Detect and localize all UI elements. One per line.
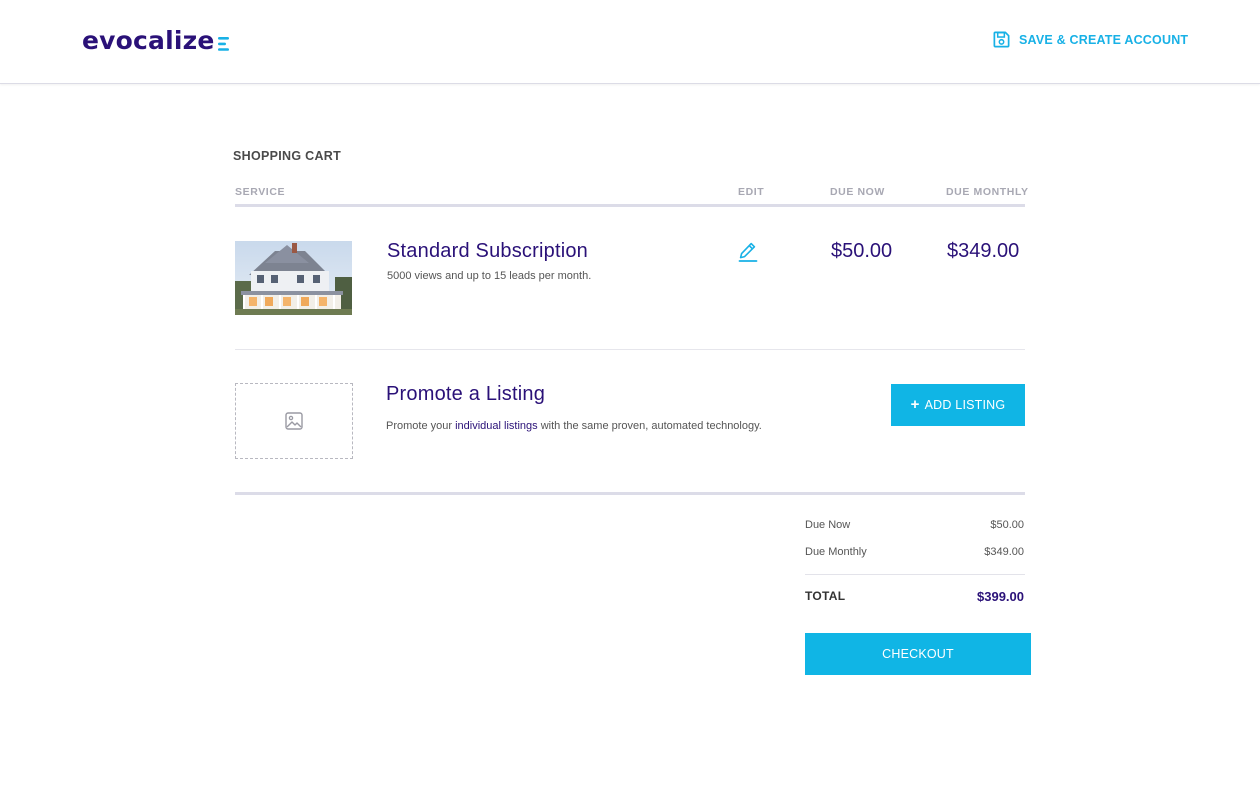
standard-subscription-description: 5000 views and up to 15 leads per month. bbox=[387, 270, 592, 282]
checkout-button[interactable]: CHECKOUT bbox=[805, 633, 1031, 675]
summary-due-now-value: $50.00 bbox=[990, 519, 1024, 531]
save-create-account-button[interactable]: SAVE & CREATE ACCOUNT bbox=[992, 30, 1188, 49]
column-header-due-now: DUE NOW bbox=[830, 186, 885, 198]
summary-due-monthly-label: Due Monthly bbox=[805, 546, 867, 558]
listing-image-placeholder bbox=[235, 383, 353, 459]
save-create-account-label: SAVE & CREATE ACCOUNT bbox=[1019, 32, 1189, 47]
subscription-due-monthly: $349.00 bbox=[947, 240, 1020, 262]
summary-divider bbox=[805, 574, 1025, 575]
summary-due-now-label: Due Now bbox=[805, 519, 851, 531]
standard-subscription-title: Standard Subscription bbox=[387, 240, 588, 262]
plus-icon: + bbox=[910, 396, 920, 413]
house-image bbox=[235, 241, 352, 315]
logo-wordmark: evocalize bbox=[82, 26, 215, 55]
add-listing-button[interactable]: + ADD LISTING bbox=[891, 384, 1025, 426]
header-divider bbox=[235, 204, 1025, 207]
promote-description-after: with the same proven, automated technolo… bbox=[537, 420, 762, 432]
summary-due-monthly-value: $349.00 bbox=[984, 546, 1024, 558]
image-icon bbox=[285, 412, 303, 430]
column-header-due-monthly: DUE MONTHLY bbox=[946, 186, 1029, 198]
floppy-disk-icon bbox=[993, 31, 1010, 48]
total-label: TOTAL bbox=[805, 589, 846, 603]
logo-mark-icon bbox=[217, 37, 229, 51]
promote-description-before: Promote your bbox=[386, 420, 456, 432]
promote-listing-description: Promote your individual listings with th… bbox=[386, 420, 762, 432]
checkout-label: CHECKOUT bbox=[882, 647, 954, 661]
column-header-service: SERVICE bbox=[235, 186, 286, 198]
row-divider bbox=[235, 349, 1025, 350]
subscription-due-now: $50.00 bbox=[831, 240, 893, 262]
items-bottom-divider bbox=[235, 492, 1025, 495]
individual-listings-link[interactable]: individual listings bbox=[455, 420, 538, 432]
column-header-edit: EDIT bbox=[738, 186, 765, 198]
pencil-icon[interactable] bbox=[738, 241, 758, 263]
promote-listing-title: Promote a Listing bbox=[386, 383, 546, 405]
shopping-cart-title: SHOPPING CART bbox=[233, 149, 342, 163]
evocalize-logo[interactable]: evocalize bbox=[82, 26, 230, 56]
add-listing-label: ADD LISTING bbox=[924, 398, 1006, 412]
total-value: $399.00 bbox=[977, 589, 1024, 604]
house-thumbnail bbox=[235, 241, 352, 315]
top-header: evocalize SAVE & CREATE ACCOUNT bbox=[0, 0, 1260, 84]
